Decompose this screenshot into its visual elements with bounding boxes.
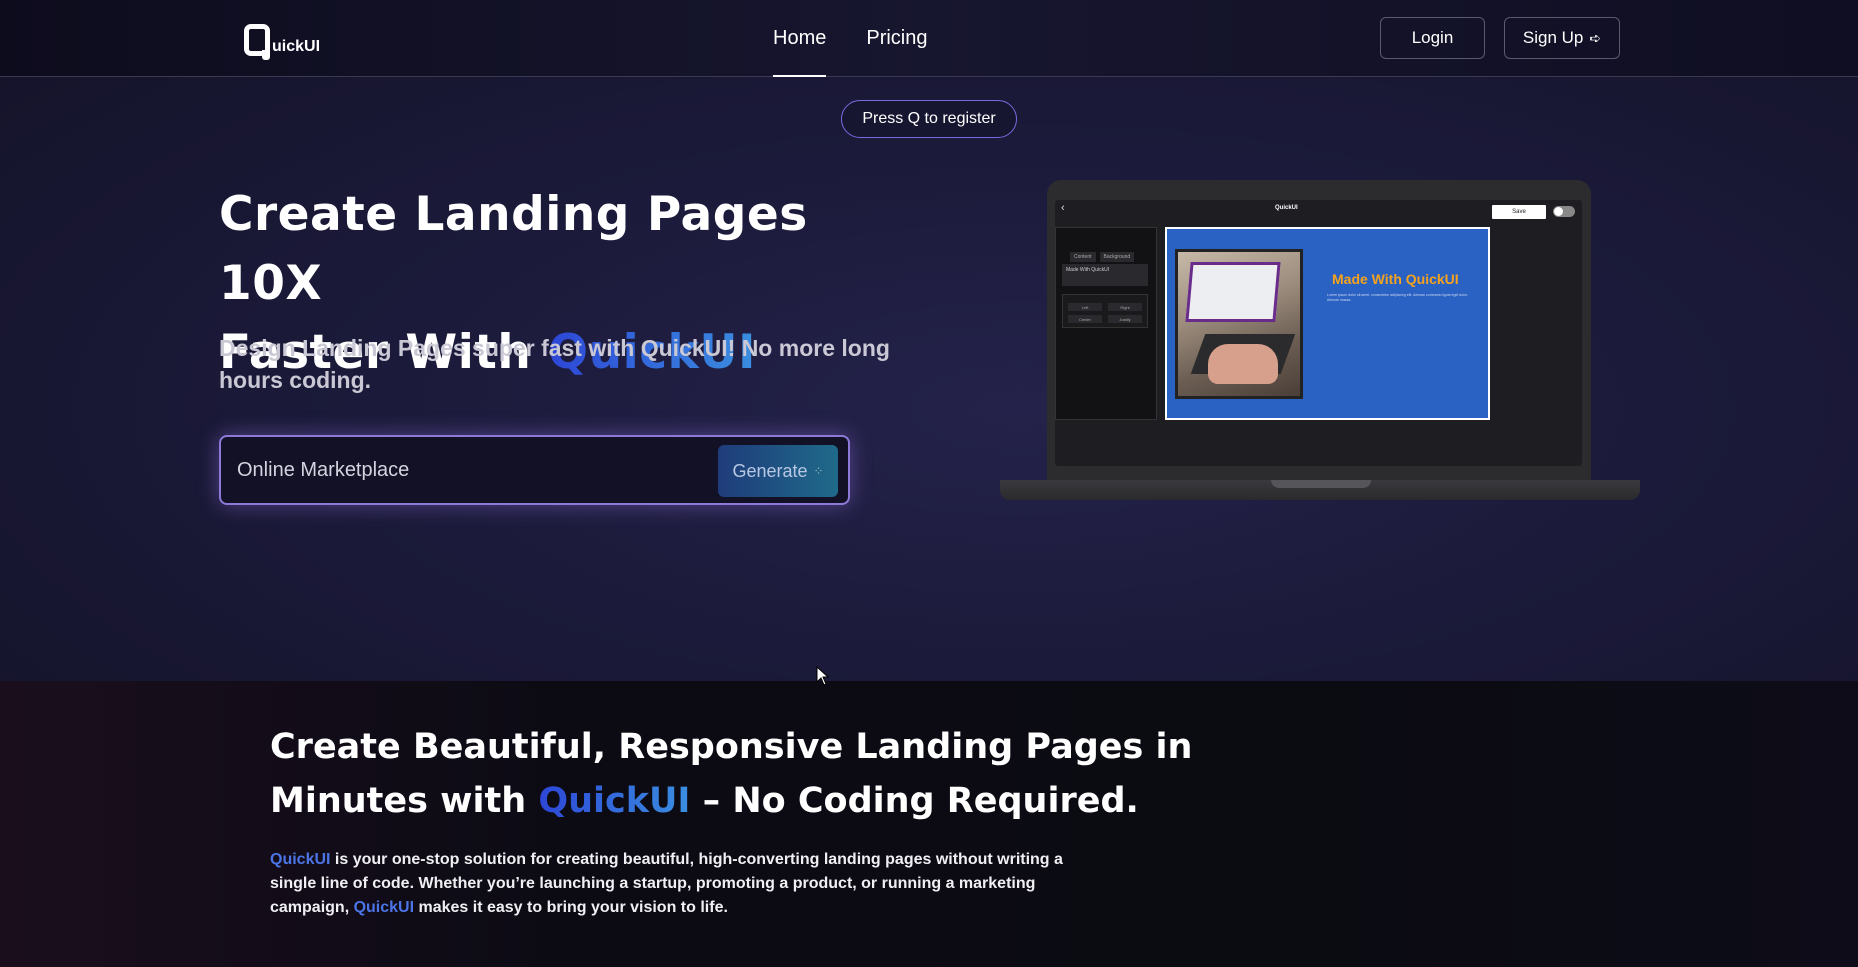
section2-para-text2: makes it easy to bring your vision to li…	[414, 899, 728, 916]
section2-title-line2-suffix: – No Coding Required.	[690, 781, 1139, 821]
idea-input[interactable]	[237, 437, 697, 503]
align-justify: Justify	[1108, 315, 1142, 323]
editor-text-field: Made With QuickUI	[1062, 264, 1148, 286]
section2-title-line1: Create Beautiful, Responsive Landing Pag…	[270, 727, 1193, 767]
editor-tabs: Content Background	[1070, 252, 1135, 262]
hero-subtitle: Design Landing Pages super fast with Qui…	[219, 335, 890, 393]
page: uickUI Home Pricing Login Sign Up ➪ Pres…	[0, 0, 1858, 967]
photo-hand	[1208, 344, 1278, 384]
logo-q-mark	[244, 24, 270, 60]
editor-topbar: ‹ QuickUI Save	[1055, 200, 1582, 222]
editor-logo: QuickUI	[1275, 205, 1298, 211]
theme-toggle	[1553, 206, 1575, 217]
canvas-heading: Made With QuickUI	[1332, 271, 1459, 287]
hero-section: uickUI Home Pricing Login Sign Up ➪ Pres…	[0, 0, 1858, 681]
logo-text: uickUI	[272, 38, 321, 55]
arrow-right-icon: ➪	[1589, 29, 1602, 46]
align-right: Right	[1108, 303, 1142, 311]
nav-link-home[interactable]: Home	[773, 0, 827, 77]
canvas-body-text: Lorem ipsum dolor sit amet, consectetur …	[1327, 293, 1468, 302]
editor-save-button: Save	[1492, 205, 1546, 219]
editor-canvas: Made With QuickUI Lorem ipsum dolor sit …	[1165, 227, 1490, 420]
logo[interactable]: uickUI	[244, 20, 321, 60]
align-center: Center	[1068, 315, 1102, 323]
laptop-mockup: ‹ QuickUI Save Content Background Made W…	[1000, 180, 1640, 502]
section2-brand-link-2[interactable]: QuickUI	[354, 899, 414, 916]
editor-align-panel: Left Right Center Justify	[1062, 294, 1148, 328]
nav-link-pricing[interactable]: Pricing	[866, 0, 927, 77]
nav-links: Home Pricing	[773, 0, 928, 77]
signup-label: Sign Up	[1522, 28, 1584, 47]
mouse-cursor-icon	[816, 666, 830, 686]
align-left: Left	[1068, 303, 1102, 311]
sparkle-icon: ⁘	[813, 464, 824, 478]
signup-button[interactable]: Sign Up ➪	[1504, 17, 1620, 59]
generate-label: Generate	[732, 460, 808, 481]
section2-title: Create Beautiful, Responsive Landing Pag…	[270, 720, 1250, 828]
laptop-screen: ‹ QuickUI Save Content Background Made W…	[1055, 200, 1582, 466]
editor-tab-background: Background	[1099, 252, 1135, 262]
section2-title-line2-prefix: Minutes with	[270, 781, 539, 821]
generate-box: Generate ⁘	[219, 435, 850, 505]
generate-button[interactable]: Generate ⁘	[718, 445, 838, 497]
section2-title-brand: QuickUI	[538, 781, 691, 821]
editor-tab-content: Content	[1070, 252, 1096, 262]
navbar: uickUI Home Pricing Login Sign Up ➪	[0, 0, 1858, 77]
section2-paragraph: QuickUI is your one-stop solution for cr…	[270, 848, 1100, 920]
section2-brand-link-1[interactable]: QuickUI	[270, 851, 330, 868]
back-icon: ‹	[1061, 202, 1065, 214]
login-button[interactable]: Login	[1380, 17, 1485, 59]
laptop-notch	[1271, 480, 1371, 488]
photo-laptop-screen	[1185, 262, 1281, 322]
editor-sidebar: Content Background Made With QuickUI Lef…	[1055, 227, 1157, 420]
register-pill[interactable]: Press Q to register	[841, 100, 1017, 138]
laptop-lid: ‹ QuickUI Save Content Background Made W…	[1047, 180, 1591, 480]
hero-title-line1: Create Landing Pages 10X	[219, 187, 808, 311]
canvas-photo	[1175, 249, 1303, 399]
